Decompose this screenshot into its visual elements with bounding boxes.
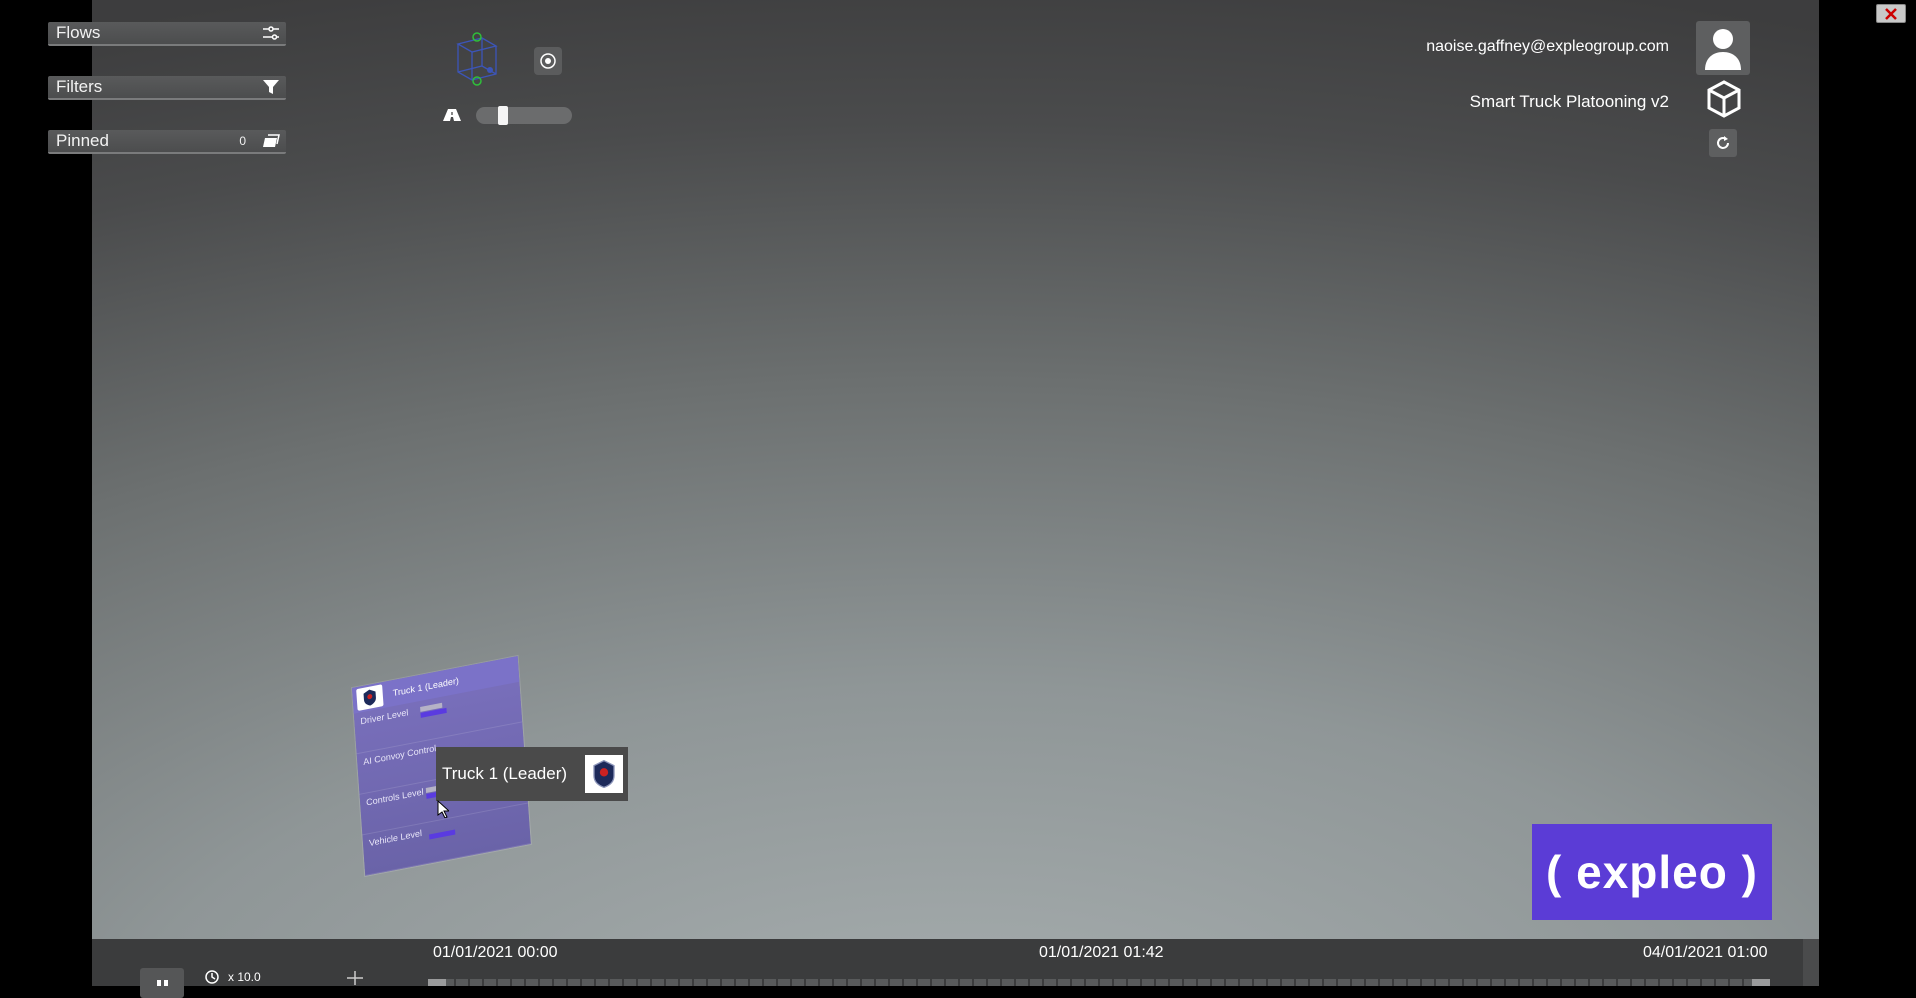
- pinned-icon[interactable]: [260, 131, 282, 151]
- clock-icon: [205, 970, 219, 984]
- node-row-label: Driver Level: [360, 707, 409, 727]
- user-icon: [1705, 29, 1741, 70]
- pinned-label: Pinned: [56, 131, 109, 150]
- play-pause-button[interactable]: [140, 968, 184, 998]
- plus-icon: [347, 971, 363, 985]
- mouse-cursor-icon: [437, 800, 449, 818]
- expleo-logo: ( expleo ): [1532, 824, 1772, 920]
- pinned-panel[interactable]: Pinned 0: [48, 130, 286, 154]
- scene-viewport[interactable]: [92, 0, 1819, 939]
- timeline-end-handle[interactable]: [1752, 979, 1770, 986]
- window-close-button[interactable]: [1876, 4, 1906, 23]
- cube-gizmo-icon[interactable]: [452, 30, 502, 88]
- user-avatar-button[interactable]: [1696, 21, 1750, 75]
- refresh-button[interactable]: [1709, 129, 1737, 157]
- recenter-icon: [540, 53, 556, 69]
- flows-label: Flows: [56, 23, 101, 42]
- user-email: naoise.gaffney@expleogroup.com: [1426, 38, 1669, 55]
- add-marker-button[interactable]: [345, 970, 365, 991]
- project-cube-button[interactable]: [1705, 80, 1743, 118]
- timeline-start-handle[interactable]: [428, 979, 446, 986]
- timeline-current-date: 01/01/2021 01:42: [1039, 944, 1164, 961]
- tooltip-label: Truck 1 (Leader): [442, 764, 568, 783]
- project-name: Smart Truck Platooning v2: [1469, 92, 1669, 111]
- filters-label: Filters: [56, 77, 103, 96]
- playback-speed[interactable]: x 10.0: [204, 969, 261, 985]
- playback-speed-value: x 10.0: [228, 970, 261, 984]
- road-icon: [443, 109, 461, 121]
- scania-logo-icon: [585, 755, 623, 793]
- flows-panel[interactable]: Flows: [48, 22, 286, 46]
- node-tooltip: Truck 1 (Leader): [436, 747, 628, 801]
- cube-icon: [1707, 80, 1741, 118]
- recenter-button[interactable]: [534, 47, 562, 75]
- pinned-count: 0: [239, 134, 246, 148]
- filter-icon[interactable]: [260, 77, 282, 97]
- zoom-slider-thumb[interactable]: [498, 106, 508, 125]
- filters-panel[interactable]: Filters: [48, 76, 286, 100]
- flows-icon[interactable]: [260, 23, 282, 43]
- timeline-scrollbar[interactable]: [1803, 939, 1819, 986]
- timeline-start-date: 01/01/2021 00:00: [433, 944, 558, 961]
- timeline-ticks[interactable]: [428, 979, 1770, 986]
- scania-logo-icon: [356, 684, 384, 711]
- zoom-slider[interactable]: [476, 107, 572, 124]
- orientation-gizmo[interactable]: [358, 32, 448, 97]
- refresh-icon: [1717, 136, 1729, 149]
- close-icon: [1885, 7, 1897, 20]
- timeline-end-date: 04/01/2021 01:00: [1643, 944, 1768, 961]
